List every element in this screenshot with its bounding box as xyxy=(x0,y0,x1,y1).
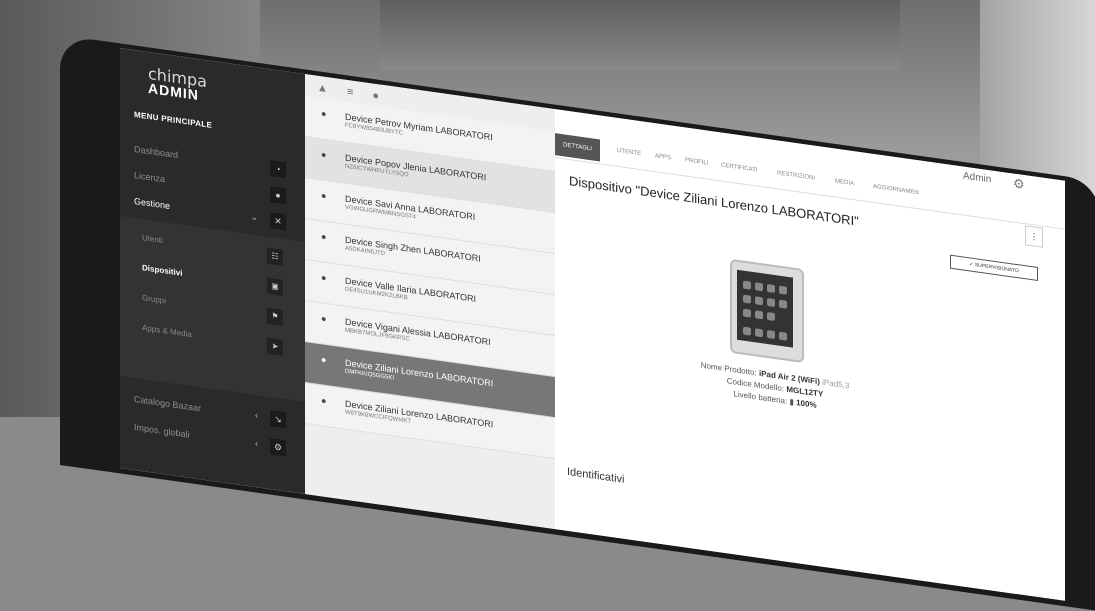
apple-icon: ● xyxy=(321,231,327,243)
users-icon: ☷ xyxy=(267,247,283,266)
menu-item-label: Impos. globali xyxy=(134,421,190,440)
apple-icon: ● xyxy=(321,190,327,202)
wrench-icon: ✕ xyxy=(270,212,286,231)
more-icon[interactable]: ⋮ xyxy=(1025,225,1043,248)
groups-icon: ⚑ xyxy=(267,307,283,326)
tab-utente[interactable]: UTENTE xyxy=(617,148,641,157)
dashboard-icon: ◔ xyxy=(270,160,286,179)
tab-restrizioni[interactable]: RESTRIZIONI xyxy=(777,170,815,181)
menu-item-label: Gestione xyxy=(134,195,171,212)
sidebar-item-label: Apps & Media xyxy=(142,323,192,340)
device-detail: Admin ⚙ DETTAGLI UTENTE APPS PROFILI CER… xyxy=(555,109,1065,601)
apple-icon: ● xyxy=(321,395,327,407)
chevron-left-icon: ‹ xyxy=(255,437,258,449)
sidebar-item-label: Utenti xyxy=(142,233,163,246)
settings-icon: ⚙ xyxy=(270,438,286,457)
product-code: iPad5,3 xyxy=(822,377,850,391)
menu-item-label: Dashboard xyxy=(134,143,179,161)
tab-profili[interactable]: PROFILI xyxy=(685,157,708,166)
send-icon: ➤ xyxy=(267,337,283,356)
submenu-gestione: Utenti ☷ Dispositivi ▣ Gruppi ⚑ Apps & M… xyxy=(120,216,305,403)
license-icon: ● xyxy=(270,186,286,205)
apple-icon: ● xyxy=(321,272,327,284)
device-icon: ▣ xyxy=(267,277,283,296)
gear-icon[interactable]: ⚙ xyxy=(1013,176,1025,194)
brand-logo[interactable]: chimpa ADMIN xyxy=(148,64,207,104)
device-image-screen xyxy=(737,269,793,348)
menu-item-label: Licenza xyxy=(134,169,166,185)
apple-icon: ● xyxy=(321,313,327,325)
tab-media[interactable]: MEDIA xyxy=(835,178,854,187)
apple-icon: ● xyxy=(321,108,327,120)
section-identificativi: Identificativi xyxy=(567,465,625,486)
sidebar-item-label: Dispositivi xyxy=(142,263,183,278)
tab-dettagli[interactable]: DETTAGLI xyxy=(555,133,600,162)
chevron-down-icon: ⌄ xyxy=(250,211,258,223)
tab-apps[interactable]: APPS xyxy=(655,153,671,161)
sidebar-item-label: Gruppi xyxy=(142,293,167,306)
apple-icon: ● xyxy=(321,149,327,161)
tab-aggiornamenti[interactable]: AGGIORNAMEN xyxy=(873,184,919,196)
device-image xyxy=(730,258,804,364)
menu-header: MENU PRINCIPALE xyxy=(134,109,213,130)
device-info: Nome Prodotto: iPad Air 2 (WiFi) iPad5,3… xyxy=(675,356,875,420)
menu-item-label: Catalogo Bazaar xyxy=(134,393,202,414)
status-badge: ✓ SUPERVISIONATO xyxy=(950,254,1038,282)
tab-certificati[interactable]: CERTIFICATI xyxy=(721,162,757,173)
sidebar: chimpa ADMIN MENU PRINCIPALE Dashboard ◔… xyxy=(120,48,305,495)
apple-icon: ● xyxy=(321,354,327,366)
admin-user[interactable]: Admin xyxy=(963,170,991,185)
battery-icon: ▮ xyxy=(789,397,794,407)
catalog-icon: ↘ xyxy=(270,410,286,429)
battery-value: 100% xyxy=(796,398,817,410)
background-top xyxy=(380,0,900,70)
device-list: ▲ ≡ ● ● Device Petrov Myriam LABORATORI … xyxy=(305,74,555,530)
chevron-left-icon: ‹ xyxy=(255,409,258,421)
